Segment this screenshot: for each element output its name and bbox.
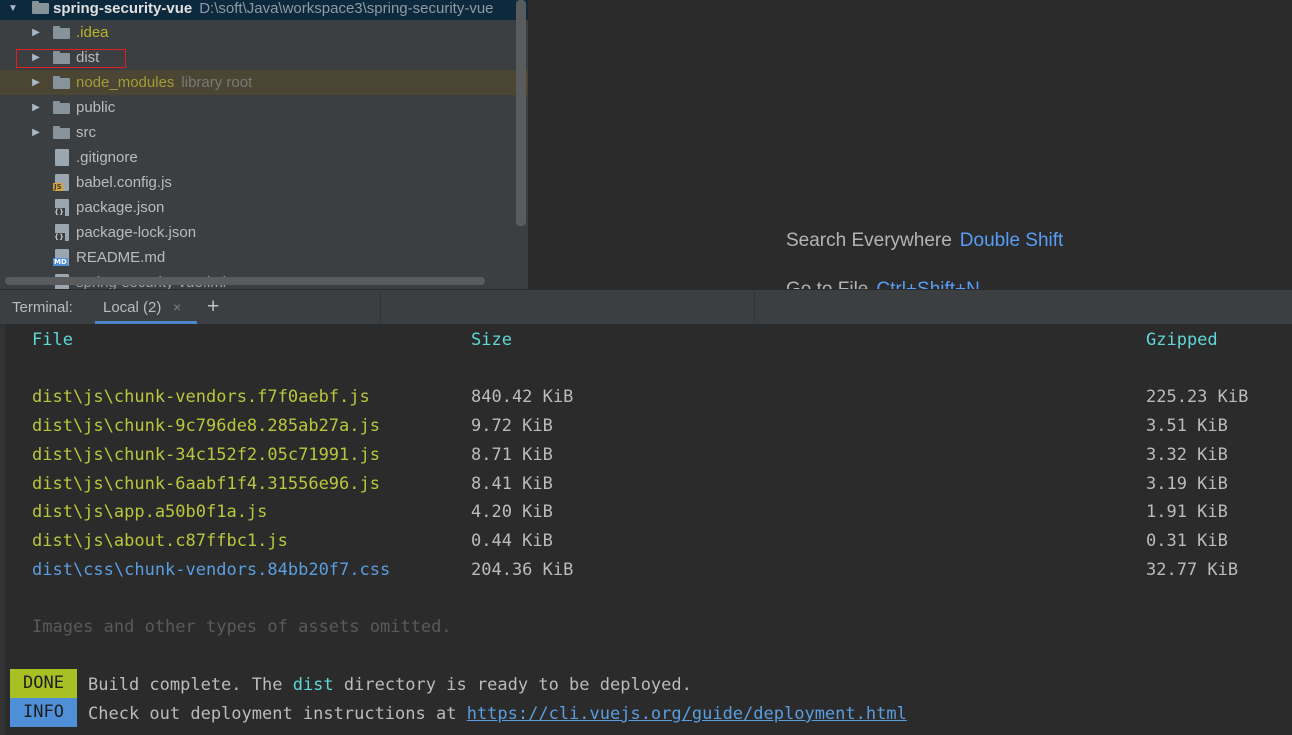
dist-dir-label: dist bbox=[292, 675, 334, 695]
row-file: dist\js\app.a50b0f1a.js bbox=[32, 502, 268, 522]
root-name: spring-security-vue bbox=[53, 0, 193, 17]
tree-item-package-lock[interactable]: {} package-lock.json bbox=[0, 220, 528, 245]
row-file: dist\js\chunk-9c796de8.285ab27a.js bbox=[32, 416, 380, 436]
tree-item-label: package-lock.json bbox=[76, 224, 197, 241]
tree-item-src[interactable]: ▶ src bbox=[0, 120, 528, 145]
column-header-gzipped: Gzipped bbox=[1146, 330, 1218, 350]
divider bbox=[754, 292, 755, 322]
tree-item-package-json[interactable]: {} package.json bbox=[0, 195, 528, 220]
tree-item-label: .idea bbox=[76, 24, 109, 41]
markdown-file-icon: MD bbox=[53, 249, 69, 266]
tree-item-gitignore[interactable]: .gitignore bbox=[0, 145, 528, 170]
terminal-output[interactable]: File Size Gzipped dist\js\chunk-vendors.… bbox=[0, 324, 1292, 735]
expand-right-icon[interactable]: ▶ bbox=[29, 20, 43, 45]
terminal-gutter bbox=[0, 324, 5, 735]
tab-label: Local (2) bbox=[103, 299, 162, 316]
row-size: 9.72 KiB bbox=[471, 416, 553, 436]
row-file: dist\js\chunk-vendors.f7f0aebf.js bbox=[32, 387, 370, 407]
info-message: Check out deployment instructions at htt… bbox=[88, 704, 907, 724]
goto-file-hint: Go to File Ctrl+Shift+N bbox=[786, 279, 980, 289]
tree-item-label: README.md bbox=[76, 249, 166, 266]
close-icon[interactable]: × bbox=[173, 299, 181, 315]
folder-icon bbox=[53, 126, 70, 139]
tree-root-row[interactable]: ▼ spring-security-vue D:\soft\Java\worksp… bbox=[0, 0, 528, 20]
json-file-icon: {} bbox=[53, 224, 69, 241]
module-folder-icon bbox=[32, 1, 49, 14]
expand-down-icon[interactable]: ▼ bbox=[6, 0, 20, 21]
row-size: 8.41 KiB bbox=[471, 474, 553, 494]
omitted-note: Images and other types of assets omitted… bbox=[32, 617, 452, 637]
folder-icon bbox=[53, 26, 70, 39]
tree-horizontal-scrollbar[interactable] bbox=[5, 277, 485, 285]
root-path: D:\soft\Java\workspace3\spring-security-… bbox=[199, 0, 494, 17]
divider bbox=[380, 292, 381, 322]
tree-item-public[interactable]: ▶ public bbox=[0, 95, 528, 120]
row-gzipped: 3.19 KiB bbox=[1146, 474, 1228, 494]
json-file-icon: {} bbox=[53, 199, 69, 216]
js-file-icon: JS bbox=[53, 174, 69, 191]
done-badge: DONE bbox=[10, 669, 77, 698]
tree-item-label: babel.config.js bbox=[76, 174, 172, 191]
add-tab-icon[interactable]: + bbox=[207, 295, 219, 319]
terminal-title: Terminal: bbox=[12, 299, 73, 316]
tree-item-label: public bbox=[76, 99, 116, 116]
tree-item-idea[interactable]: ▶ .idea bbox=[0, 20, 528, 45]
project-tree-panel: ▼ spring-security-vue D:\soft\Java\worksp… bbox=[0, 0, 528, 289]
row-size: 8.71 KiB bbox=[471, 445, 553, 465]
tree-item-babel-config[interactable]: JS babel.config.js bbox=[0, 170, 528, 195]
column-header-file: File bbox=[32, 330, 73, 350]
editor-empty-area: Search Everywhere Double Shift Go to File… bbox=[528, 0, 1292, 289]
row-gzipped: 3.51 KiB bbox=[1146, 416, 1228, 436]
row-size: 840.42 KiB bbox=[471, 387, 574, 407]
hint-shortcut: Double Shift bbox=[959, 230, 1064, 251]
row-size: 4.20 KiB bbox=[471, 502, 553, 522]
row-size: 0.44 KiB bbox=[471, 531, 553, 551]
row-gzipped: 225.23 KiB bbox=[1146, 387, 1249, 407]
gitignore-file-icon bbox=[55, 149, 69, 166]
tree-item-node-modules[interactable]: ▶ node_modules library root bbox=[0, 70, 528, 95]
row-gzipped: 0.31 KiB bbox=[1146, 531, 1228, 551]
tree-vertical-scrollbar[interactable] bbox=[516, 0, 526, 226]
terminal-tab-bar: Terminal: Local (2) × + bbox=[0, 289, 1292, 324]
row-gzipped: 1.91 KiB bbox=[1146, 502, 1228, 522]
hint-action: Go to File bbox=[786, 279, 868, 289]
row-file: dist\css\chunk-vendors.84bb20f7.css bbox=[32, 560, 391, 580]
tree-item-label: src bbox=[76, 124, 96, 141]
tree-item-label: package.json bbox=[76, 199, 165, 216]
search-everywhere-hint: Search Everywhere Double Shift bbox=[786, 230, 1063, 252]
row-file: dist\js\chunk-34c152f2.05c71991.js bbox=[32, 445, 380, 465]
tab-local-2[interactable]: Local (2) × bbox=[95, 290, 197, 324]
dist-highlight-box bbox=[16, 49, 126, 68]
expand-right-icon[interactable]: ▶ bbox=[29, 95, 43, 120]
info-badge: INFO bbox=[10, 698, 77, 727]
hint-action: Search Everywhere bbox=[786, 230, 952, 251]
tree-item-label: .gitignore bbox=[76, 149, 138, 166]
tree-item-readme[interactable]: MD README.md bbox=[0, 245, 528, 270]
hint-shortcut: Ctrl+Shift+N bbox=[876, 279, 979, 289]
expand-right-icon[interactable]: ▶ bbox=[29, 120, 43, 145]
deployment-guide-link[interactable]: https://cli.vuejs.org/guide/deployment.h… bbox=[467, 704, 907, 724]
row-file: dist\js\chunk-6aabf1f4.31556e96.js bbox=[32, 474, 380, 494]
tree-item-label: node_modules bbox=[76, 74, 175, 91]
folder-icon bbox=[53, 101, 70, 114]
library-root-note: library root bbox=[181, 74, 253, 91]
row-gzipped: 32.77 KiB bbox=[1146, 560, 1239, 580]
done-message: Build complete. The dist directory is re… bbox=[88, 675, 692, 695]
row-size: 204.36 KiB bbox=[471, 560, 574, 580]
expand-right-icon[interactable]: ▶ bbox=[29, 70, 43, 95]
row-file: dist\js\about.c87ffbc1.js bbox=[32, 531, 288, 551]
folder-icon bbox=[53, 76, 70, 89]
column-header-size: Size bbox=[471, 330, 512, 350]
row-gzipped: 3.32 KiB bbox=[1146, 445, 1228, 465]
